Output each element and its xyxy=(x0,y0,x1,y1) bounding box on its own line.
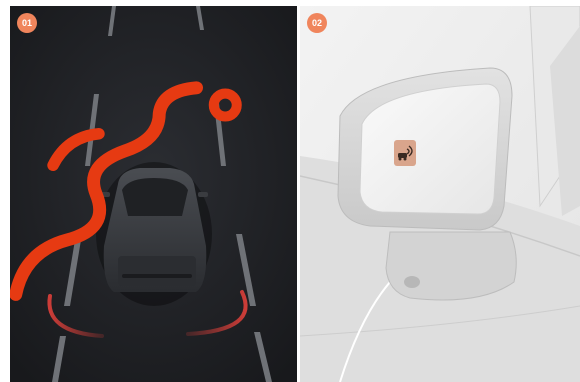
road-illustration xyxy=(10,6,297,382)
panel-badge-01: 01 xyxy=(17,13,37,33)
panel-mirror-view: 02 xyxy=(300,6,580,382)
bliss-car-wave-icon xyxy=(394,140,416,166)
car-top-view xyxy=(96,162,212,306)
mirror-illustration xyxy=(300,6,580,382)
panel-road-view: 01 xyxy=(10,6,297,382)
panel-badge-02: 02 xyxy=(307,13,327,33)
